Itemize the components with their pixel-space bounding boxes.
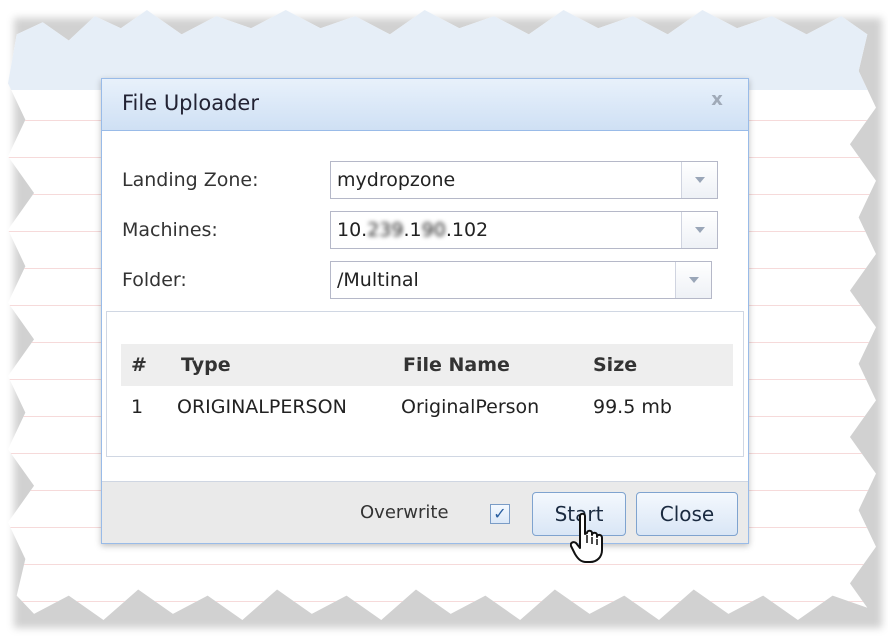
chevron-down-icon[interactable]	[681, 162, 717, 198]
machines-value-suffix: .102	[445, 219, 489, 241]
folder-select[interactable]: /Multinal	[330, 261, 712, 299]
dialog-title: File Uploader	[122, 91, 259, 115]
grid-header: # Type File Name Size	[121, 344, 733, 386]
col-header-type[interactable]: Type	[181, 354, 231, 376]
machines-value-prefix: 10.	[337, 219, 368, 241]
machines-select[interactable]: 10.239.190.102	[330, 211, 718, 249]
file-grid: # Type File Name Size 1 ORIGINALPERSON O…	[106, 311, 744, 457]
landing-zone-label: Landing Zone:	[122, 169, 259, 191]
landing-zone-select[interactable]: mydropzone	[330, 161, 718, 199]
machines-value-mid: .1	[403, 219, 422, 241]
file-uploader-dialog: File Uploader x Landing Zone: mydropzone…	[101, 78, 749, 544]
masked-octet-2: 90	[421, 219, 446, 241]
table-row[interactable]: 1 ORIGINALPERSON OriginalPerson 99.5 mb	[121, 386, 733, 424]
chevron-down-icon[interactable]	[681, 212, 717, 248]
cell-type: ORIGINALPERSON	[177, 396, 347, 418]
close-button[interactable]: Close	[636, 492, 738, 536]
hand-pointer-cursor-icon	[570, 512, 603, 563]
landing-zone-value: mydropzone	[337, 169, 456, 191]
dialog-footer: Overwrite ✓ Start Close	[102, 481, 748, 543]
cell-file-name: OriginalPerson	[401, 396, 540, 418]
chevron-down-icon[interactable]	[675, 262, 711, 298]
cell-num: 1	[131, 396, 144, 418]
masked-octet-1: 239	[367, 219, 404, 241]
folder-value: /Multinal	[337, 269, 419, 291]
overwrite-label: Overwrite	[360, 502, 449, 523]
close-icon[interactable]: x	[708, 91, 726, 109]
machines-value: 10.239.190.102	[337, 219, 488, 241]
machines-label: Machines:	[122, 219, 218, 241]
dialog-titlebar[interactable]: File Uploader x	[102, 79, 748, 131]
col-header-size[interactable]: Size	[593, 354, 637, 376]
overwrite-checkbox[interactable]: ✓	[490, 504, 510, 524]
col-header-file-name[interactable]: File Name	[403, 354, 510, 376]
folder-label: Folder:	[122, 269, 187, 291]
col-header-num[interactable]: #	[131, 354, 147, 376]
cell-size: 99.5 mb	[593, 396, 672, 418]
